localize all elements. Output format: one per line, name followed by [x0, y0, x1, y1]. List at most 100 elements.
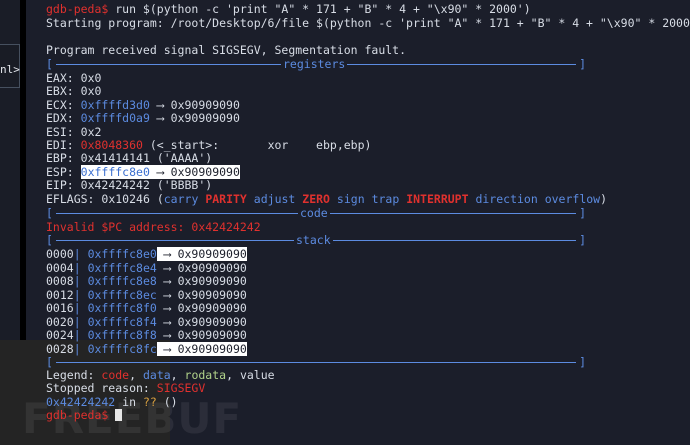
stopped-line: Stopped reason: SIGSEGV — [46, 382, 205, 395]
current-prompt-line[interactable]: gdb-peda$ — [46, 408, 123, 422]
register-row: EBP: 0x41414141 ('AAAA') — [46, 152, 212, 165]
register-pointer: ⟶ 0x90909090 — [149, 111, 240, 126]
register-row: ECX: 0xffffd3d0 ⟶ 0x90909090 — [46, 97, 240, 112]
register-pointer: ⟶ 0x90909090 — [149, 97, 240, 112]
register-name: EIP: — [46, 178, 74, 193]
stack-title: stack — [294, 233, 333, 247]
run-command-line: gdb-peda$ run $(python -c 'print "A" * 1… — [46, 3, 531, 16]
stack-row: 0028| 0xffffc8fc ⟶ 0x90909090 — [46, 341, 247, 356]
register-row: EDX: 0xffffd0a9 ⟶ 0x90909090 — [46, 112, 240, 125]
terminal-output[interactable]: gdb-peda$ run $(python -c 'print "A" * 1… — [46, 0, 690, 445]
eflag-direction: direction — [475, 192, 538, 206]
stopped-label: Stopped reason: — [46, 381, 150, 395]
register-value: 0x0 — [80, 71, 102, 85]
register-value: 0xffffd3d0 — [80, 97, 150, 112]
register-detail: ('AAAA') — [149, 151, 213, 166]
stack-row: 0000| 0xffffc8e0 ⟶ 0x90909090 — [46, 247, 247, 261]
starting-program-line: Starting program: /root/Desktop/6/file $… — [46, 16, 690, 30]
stack-row: 0024| 0xffffc8f8 ⟶ 0x90909090 — [46, 329, 247, 342]
eflag-sign: sign — [336, 192, 365, 206]
eflags-label: EFLAGS: — [46, 192, 95, 206]
frame-args: () — [156, 395, 178, 409]
stack-separator: | — [73, 287, 88, 302]
stopped-reason: SIGSEGV — [156, 381, 206, 395]
stack-address: 0xffffc8e8 — [87, 274, 157, 288]
register-value: 0xffffd0a9 — [80, 111, 150, 126]
stack-separator: | — [73, 260, 88, 275]
register-row: EDI: 0x8048360 (<_start>: xor ebp,ebp) — [46, 139, 371, 152]
stack-address: 0xffffc8e0 — [87, 247, 157, 261]
registers-banner: [ registers ] — [46, 58, 586, 71]
eflags-value: 0x10246 — [101, 192, 150, 206]
text-cursor — [115, 409, 123, 421]
register-value: 0xffffc8e0 — [80, 164, 150, 179]
stack-banner: [ stack ] — [46, 233, 586, 247]
register-row: ESP: 0xffffc8e0 ⟶ 0x90909090 — [46, 164, 240, 179]
register-name: EBP: — [46, 151, 74, 166]
register-name: EBX: — [46, 84, 74, 99]
stack-separator: | — [73, 301, 88, 315]
eflag-carry: carry — [163, 192, 199, 206]
stack-separator: | — [73, 314, 88, 329]
stack-address: 0xffffc8f4 — [87, 314, 157, 329]
stack-value: ⟶ 0x90909090 — [156, 274, 247, 288]
run-command: run $(python -c 'print "A" * 171 + "B" *… — [108, 2, 531, 16]
register-name: ESI: — [46, 124, 74, 139]
side-panel-fragment: nl> — [0, 63, 20, 76]
eflag-trap: trap — [371, 192, 400, 206]
stack-value: ⟶ 0x90909090 — [156, 247, 247, 261]
eflag-interrupt: INTERRUPT — [406, 192, 469, 206]
eflag-overflow: overflow — [544, 192, 601, 206]
register-row: EAX: 0x0 — [46, 72, 101, 85]
invalid-pc-line: Invalid $PC address: 0x42424242 — [46, 220, 261, 234]
register-row: EIP: 0x42424242 ('BBBB') — [46, 179, 212, 192]
stack-value: ⟶ 0x90909090 — [156, 314, 247, 329]
register-value: 0x0 — [80, 84, 102, 99]
stack-offset: 0000 — [46, 247, 74, 261]
legend-value: value — [239, 368, 275, 382]
eflag-parity: PARITY — [205, 192, 247, 206]
prompt-text: gdb-peda$ — [46, 2, 109, 16]
register-name: EAX: — [46, 71, 74, 85]
register-pointer: ⟶ 0x90909090 — [149, 164, 240, 179]
stack-separator: | — [73, 274, 88, 288]
register-row: EBX: 0x0 — [46, 85, 101, 98]
stack-offset: 0020 — [46, 314, 74, 329]
prompt-text: gdb-peda$ — [46, 408, 109, 422]
register-detail: ('BBBB') — [149, 178, 213, 193]
stack-value: ⟶ 0x90909090 — [156, 260, 247, 275]
stack-offset: 0028 — [46, 341, 74, 356]
frame-function: ?? — [142, 395, 157, 409]
stack-value: ⟶ 0x90909090 — [156, 301, 247, 315]
banner-bracket-right: ] — [579, 57, 586, 71]
stack-row: 0008| 0xffffc8e8 ⟶ 0x90909090 — [46, 275, 247, 288]
stack-address: 0xffffc8f8 — [87, 328, 157, 342]
signal-line: Program received signal SIGSEGV, Segment… — [46, 43, 407, 57]
register-value: 0x8048360 — [80, 138, 143, 152]
stack-address: 0xffffc8ec — [87, 287, 157, 302]
stack-address: 0xffffc8f0 — [87, 301, 157, 315]
register-name: ESP: — [46, 164, 74, 179]
stack-offset: 0012 — [46, 287, 74, 302]
stack-offset: 0008 — [46, 274, 74, 288]
banner-bracket-left: [ — [46, 57, 53, 71]
eflags-flags: (carry PARITY adjust ZERO sign trap INTE… — [156, 192, 608, 206]
code-title: code — [298, 206, 330, 220]
legend-data: data — [142, 368, 171, 382]
code-banner: [ code ] — [46, 206, 586, 220]
legend-label: Legend: — [46, 368, 95, 382]
stack-row: 0012| 0xffffc8ec ⟶ 0x90909090 — [46, 287, 247, 302]
stack-value: ⟶ 0x90909090 — [156, 328, 247, 342]
stack-row: 0020| 0xffffc8f4 ⟶ 0x90909090 — [46, 314, 247, 329]
stack-separator: | — [73, 247, 88, 261]
stack-separator: | — [73, 341, 88, 356]
stack-value: ⟶ 0x90909090 — [156, 287, 247, 302]
eflags-line: EFLAGS: 0x10246 (carry PARITY adjust ZER… — [46, 193, 607, 206]
register-name: EDI: — [46, 138, 74, 152]
frame-address: 0x42424242 — [46, 395, 116, 409]
register-value: 0x42424242 — [80, 178, 150, 193]
register-name: ECX: — [46, 97, 74, 112]
register-row: ESI: 0x2 — [46, 124, 101, 139]
legend-rodata: rodata — [184, 368, 227, 382]
stack-offset: 0024 — [46, 328, 74, 342]
